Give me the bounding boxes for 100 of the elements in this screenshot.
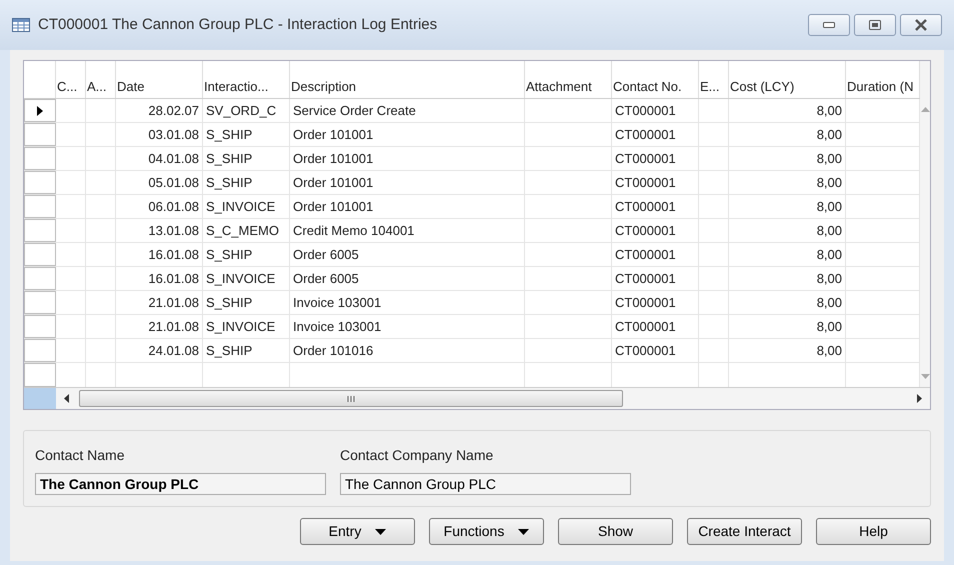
table-cell-text: 8,00 [816, 294, 842, 312]
table-cell-text: S_SHIP [206, 126, 252, 144]
table-cell-text: 16.01.08 [148, 270, 199, 288]
table-cell-text: Invoice 103001 [293, 294, 382, 312]
close-icon [914, 19, 928, 31]
table-cell-text: Order 101001 [293, 150, 374, 168]
table-cell-text: 8,00 [816, 246, 842, 264]
table-row[interactable]: 16.01.08 S_SHIP Order 6005 CT000001 8,00 [24, 243, 920, 267]
table-cell-text: 8,00 [816, 222, 842, 240]
table-cell-text: 06.01.08 [148, 198, 199, 216]
scroll-up-icon [920, 107, 930, 112]
table-cell-text: CT000001 [615, 294, 676, 312]
table-cell-text: 8,00 [816, 342, 842, 360]
table-cell-text: 16.01.08 [148, 246, 199, 264]
table-cell-text: CT000001 [615, 126, 676, 144]
corner-cell [24, 388, 56, 409]
caret-icon [518, 528, 530, 534]
dropdown-button[interactable]: Entry [300, 518, 415, 545]
table-cell-text: S_SHIP [206, 246, 252, 264]
column-header[interactable]: Cost (LCY) [729, 61, 846, 98]
table-cell-text: CT000001 [615, 222, 676, 240]
table-row[interactable]: 21.01.08 S_SHIP Invoice 103001 CT000001 8,00 [24, 291, 920, 315]
button[interactable]: Show [558, 518, 673, 545]
vertical-scrollbar[interactable] [920, 61, 930, 387]
dropdown-button[interactable]: Functions [429, 518, 544, 545]
table-cell-text: S_INVOICE [206, 198, 276, 216]
window-title: CT000001 The Cannon Group PLC - Interaction Log Entries [38, 14, 438, 35]
column-header[interactable]: Attachment [525, 61, 612, 98]
table-row[interactable]: 06.01.08 S_INVOICE Order 101001 CT000001 8,00 [24, 195, 920, 219]
current-row-icon [37, 106, 43, 116]
table-cell-text: S_INVOICE [206, 318, 276, 336]
scroll-left-icon [64, 394, 69, 403]
table-cell-text: 21.01.08 [148, 318, 199, 336]
table-row[interactable]: 13.01.08 S_C_MEMO Credit Memo 104001 CT000001 8,00 [24, 219, 920, 243]
table-cell-text: 04.01.08 [148, 150, 199, 168]
column-header[interactable]: A... [86, 61, 116, 98]
minimize-button[interactable] [808, 14, 850, 36]
scroll-down-icon [920, 374, 930, 379]
table-cell-text: S_SHIP [206, 174, 252, 192]
table-cell-text: CT000001 [615, 246, 676, 264]
table-cell-text: Invoice 103001 [293, 318, 382, 336]
field-label: Contact Name [35, 446, 126, 465]
table-cell-text: S_INVOICE [206, 270, 276, 288]
column-header[interactable]: Description [290, 61, 525, 98]
table-cell-text: Credit Memo 104001 [293, 222, 414, 240]
table-cell-text: 13.01.08 [148, 222, 199, 240]
table-cell-text: 21.01.08 [148, 294, 199, 312]
table-cell-text: CT000001 [615, 318, 676, 336]
table-cell-text: CT000001 [615, 270, 676, 288]
caret-icon [375, 528, 386, 534]
row-selector[interactable] [24, 99, 56, 122]
table-cell-text: Order 6005 [293, 246, 359, 264]
table-cell-text: 8,00 [816, 102, 842, 120]
table-row[interactable]: 04.01.08 S_SHIP Order 101001 CT000001 8,00 [24, 147, 920, 171]
table-cell-text: 8,00 [816, 270, 842, 288]
maximize-icon [869, 20, 881, 30]
text-field[interactable]: The Cannon Group PLC [340, 473, 631, 495]
column-header[interactable]: Interactio... [203, 61, 290, 98]
table-row[interactable]: 03.01.08 S_SHIP Order 101001 CT000001 8,00 [24, 123, 920, 147]
table-cell-text: 8,00 [816, 150, 842, 168]
column-header[interactable]: Contact No. [612, 61, 699, 98]
table-cell-text: S_SHIP [206, 342, 252, 360]
text-field[interactable]: The Cannon Group PLC [35, 473, 326, 495]
table-cell-text: CT000001 [615, 102, 676, 120]
table-row[interactable]: 16.01.08 S_INVOICE Order 6005 CT000001 8,00 [24, 267, 920, 291]
table-cell-text: 8,00 [816, 198, 842, 216]
button[interactable]: Help [816, 518, 931, 545]
table-cell-text: Order 101001 [293, 198, 374, 216]
table-cell-text: CT000001 [615, 198, 676, 216]
scroll-right-icon [917, 394, 922, 403]
table-row[interactable]: 21.01.08 S_INVOICE Invoice 103001 CT000001 8,00 [24, 315, 920, 339]
column-header[interactable]: Date [116, 61, 203, 98]
table-cell-text: 03.01.08 [148, 126, 199, 144]
table-cell-text: Order 101001 [293, 126, 374, 144]
table-cell-text: 8,00 [816, 174, 842, 192]
table-cell-text: S_SHIP [206, 150, 252, 168]
close-button[interactable] [900, 14, 942, 36]
minimize-icon [823, 22, 835, 28]
table-cell-text: 24.01.08 [148, 342, 199, 360]
table-cell-text: Order 101016 [293, 342, 374, 360]
table-cell-text: 28.02.07 [148, 102, 199, 120]
table-cell-text: Order 101001 [293, 174, 374, 192]
table-cell-text: CT000001 [615, 342, 676, 360]
table-cell-text: CT000001 [615, 174, 676, 192]
table-row[interactable]: 24.01.08 S_SHIP Order 101016 CT000001 8,00 [24, 339, 920, 363]
table-cell-text: CT000001 [615, 150, 676, 168]
column-header[interactable]: C... [56, 61, 86, 98]
table-cell-text: S_SHIP [206, 294, 252, 312]
horizontal-scrollbar[interactable] [56, 388, 930, 409]
scrollbar-thumb[interactable] [79, 390, 623, 407]
table-row[interactable]: 05.01.08 S_SHIP Order 101001 CT000001 8,00 [24, 171, 920, 195]
table-cell-text: SV_ORD_C [206, 102, 276, 120]
field-label: Contact Company Name [340, 446, 494, 465]
maximize-button[interactable] [854, 14, 896, 36]
column-header[interactable]: E... [699, 61, 729, 98]
grip-icon [347, 396, 355, 402]
button[interactable]: Create Interact [687, 518, 802, 545]
table-cell-text: Service Order Create [293, 102, 416, 120]
grid-window-icon [12, 18, 30, 32]
table-row[interactable]: 28.02.07 SV_ORD_C Service Order Create CT000001 8,00 [24, 99, 920, 123]
